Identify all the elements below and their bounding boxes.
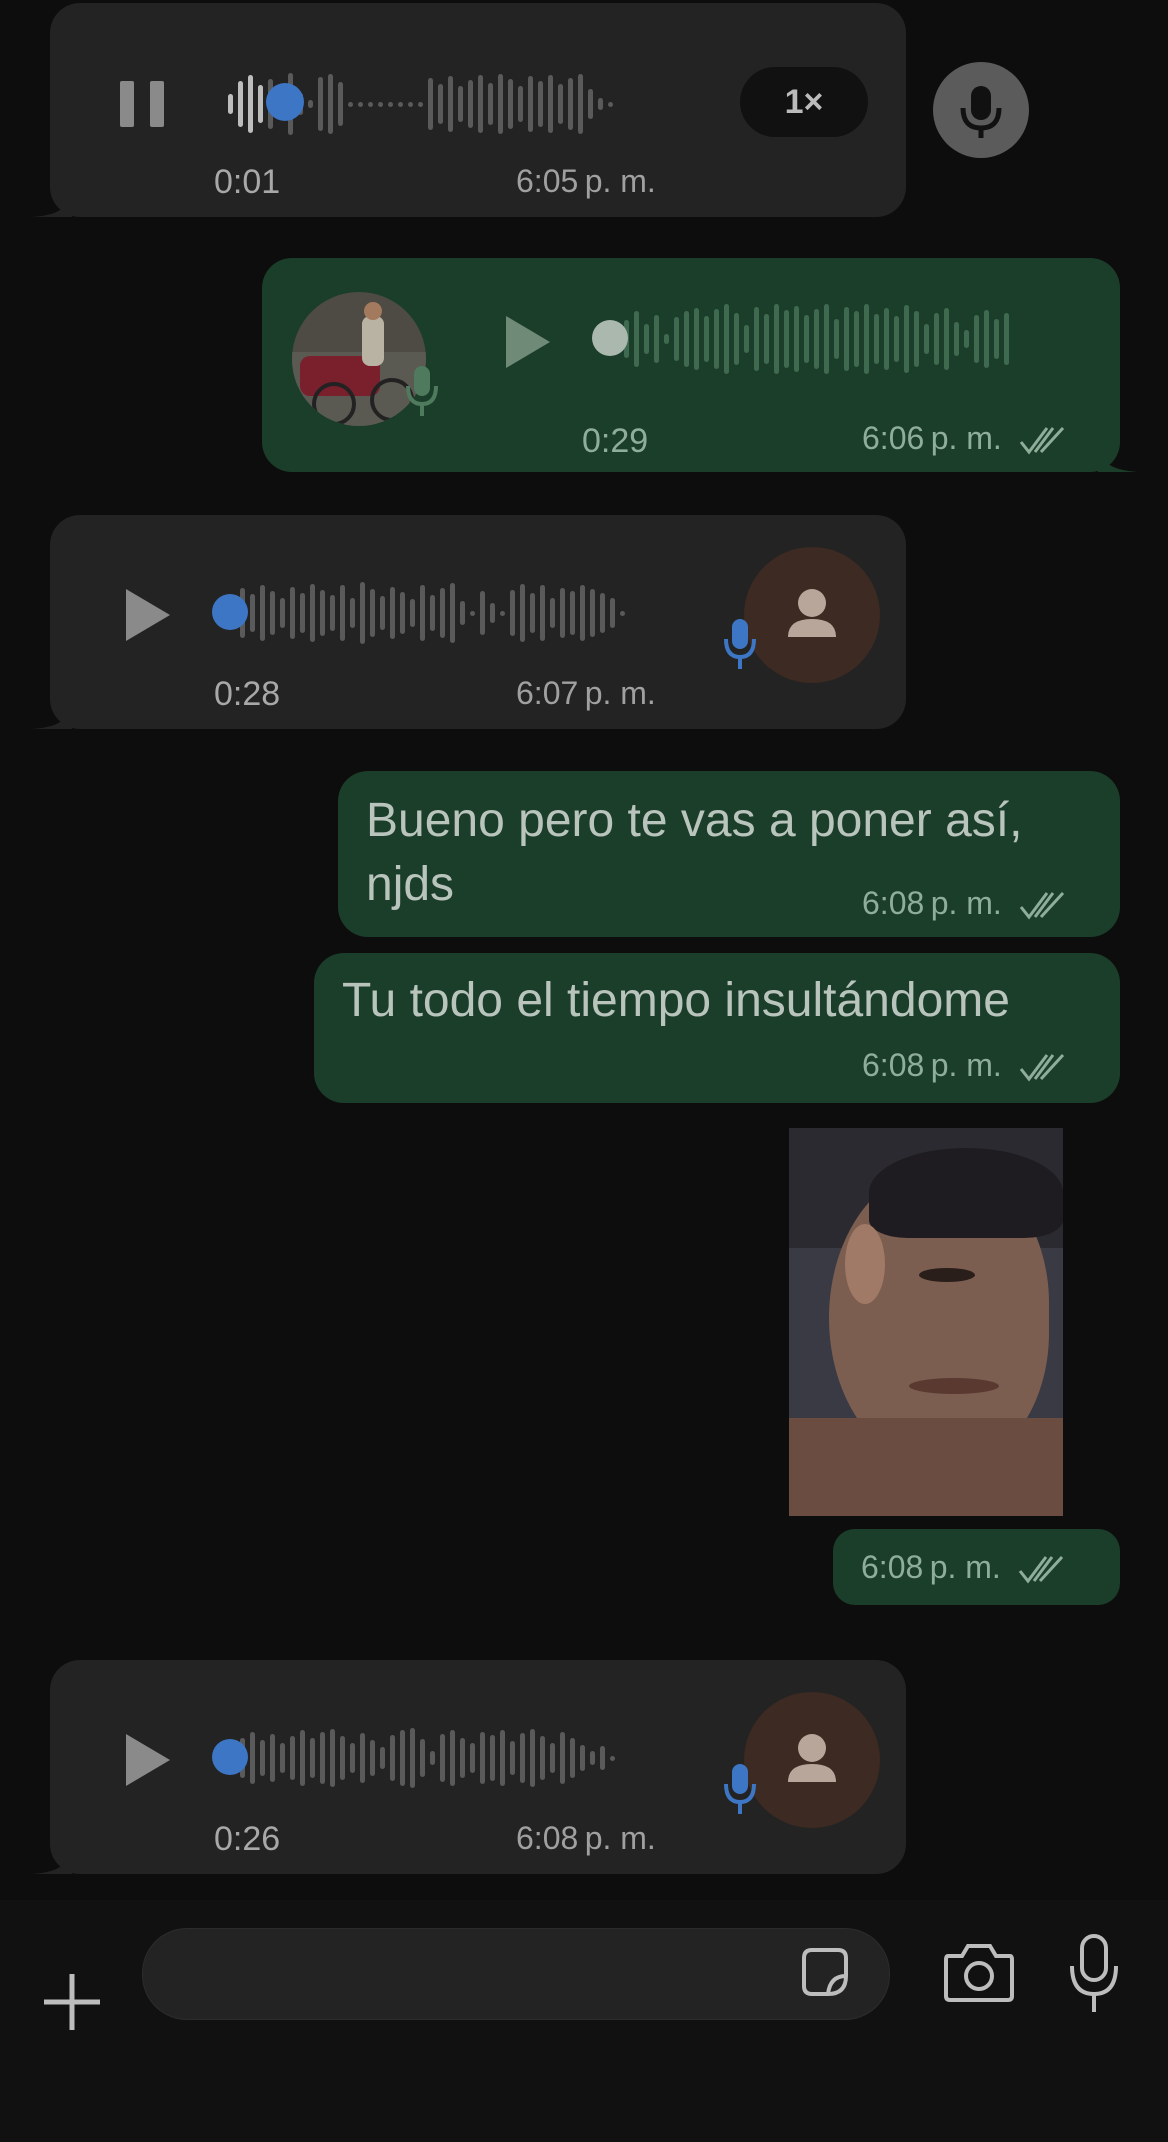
playback-knob[interactable] bbox=[212, 594, 248, 630]
voice-message-outgoing[interactable]: 0:29 6:06 p. m. bbox=[262, 258, 1138, 472]
message-time: 6:08 p. m. bbox=[862, 1047, 1065, 1084]
double-check-icon bbox=[1018, 1555, 1063, 1583]
double-check-icon bbox=[1019, 426, 1064, 454]
microphone-icon bbox=[724, 619, 756, 669]
message-time: 6:07 p. m. bbox=[516, 675, 656, 711]
play-icon[interactable] bbox=[502, 314, 552, 370]
microphone-icon[interactable] bbox=[933, 62, 1029, 158]
message-time-text: 6:08 p. m. bbox=[862, 1047, 1002, 1083]
double-check-icon bbox=[1019, 1053, 1064, 1081]
voice-message-incoming[interactable]: 0:26 6:08 p. m. bbox=[32, 1660, 906, 1874]
message-time-text: 6:08 p. m. bbox=[862, 885, 1002, 921]
pause-icon[interactable] bbox=[120, 81, 166, 127]
contact-avatar bbox=[744, 1692, 880, 1828]
bubble-tail bbox=[32, 185, 72, 217]
sticker-icon[interactable] bbox=[796, 1944, 854, 2002]
message-time-text: 6:08 p. m. bbox=[861, 1549, 1001, 1585]
microphone-icon[interactable] bbox=[1066, 1932, 1122, 2016]
playback-knob[interactable] bbox=[266, 83, 304, 121]
composer-bar bbox=[0, 1900, 1168, 2142]
message-time: 6:06 p. m. bbox=[862, 420, 1065, 457]
message-time-text: 6:06 p. m. bbox=[862, 420, 1002, 456]
message-time: 6:08 p. m. bbox=[861, 1549, 1064, 1586]
play-icon[interactable] bbox=[122, 587, 172, 643]
playback-knob[interactable] bbox=[592, 320, 628, 356]
voice-duration: 0:26 bbox=[214, 1820, 281, 1858]
contact-avatar bbox=[744, 547, 880, 683]
sticker-time-badge: 6:08 p. m. bbox=[833, 1529, 1120, 1605]
voice-duration: 0:01 bbox=[214, 163, 281, 201]
voice-message-incoming[interactable]: 0:28 6:07 p. m. bbox=[32, 515, 906, 729]
microphone-icon bbox=[406, 366, 438, 416]
camera-icon[interactable] bbox=[942, 1940, 1016, 2004]
waveform[interactable] bbox=[614, 304, 1009, 374]
voice-message-incoming[interactable]: 1× 0:01 6:05 p. m. bbox=[32, 3, 906, 217]
text-message-outgoing[interactable]: Bueno pero te vas a poner así, njds 6:08… bbox=[338, 771, 1120, 937]
waveform[interactable] bbox=[230, 1723, 615, 1793]
speed-button[interactable]: 1× bbox=[740, 67, 868, 137]
bubble-tail bbox=[1098, 440, 1138, 472]
text-message-outgoing[interactable]: Tu todo el tiempo insultándome 6:08 p. m… bbox=[314, 953, 1120, 1103]
bubble-tail bbox=[32, 697, 72, 729]
voice-duration: 0:28 bbox=[214, 675, 281, 713]
playback-knob[interactable] bbox=[212, 1739, 248, 1775]
bubble-tail bbox=[32, 1842, 72, 1874]
waveform[interactable] bbox=[230, 578, 625, 648]
message-input[interactable] bbox=[142, 1928, 890, 2020]
microphone-icon bbox=[724, 1764, 756, 1814]
message-time: 6:08 p. m. bbox=[516, 1820, 656, 1856]
message-time: 6:08 p. m. bbox=[862, 885, 1065, 922]
sticker-image[interactable] bbox=[789, 1128, 1063, 1516]
message-time: 6:05 p. m. bbox=[516, 163, 656, 199]
message-text: Tu todo el tiempo insultándome bbox=[342, 974, 1010, 1027]
voice-duration: 0:29 bbox=[582, 422, 649, 460]
plus-icon[interactable] bbox=[40, 1970, 104, 2034]
double-check-icon bbox=[1019, 891, 1064, 919]
play-icon[interactable] bbox=[122, 1732, 172, 1788]
